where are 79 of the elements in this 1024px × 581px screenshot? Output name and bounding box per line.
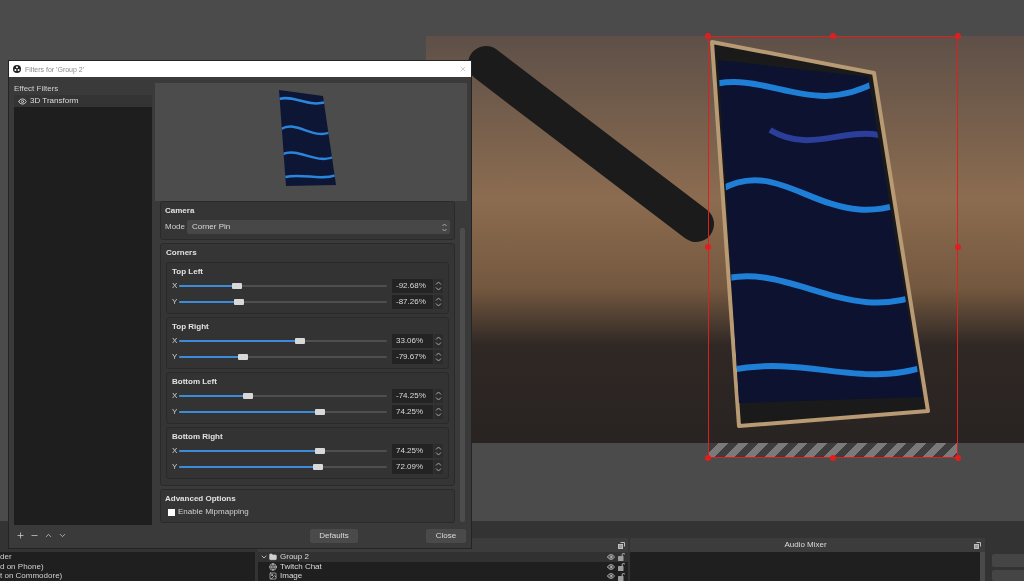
axis-label: Y: [172, 298, 179, 306]
resize-handle[interactable]: [955, 455, 961, 461]
resize-handle[interactable]: [830, 455, 836, 461]
number-field[interactable]: 33.06%: [392, 334, 433, 348]
source-item[interactable]: Group 2: [258, 552, 628, 562]
axis-label: Y: [172, 353, 179, 361]
spin-arrows-icon[interactable]: [434, 460, 443, 474]
spin-arrows-icon[interactable]: [434, 350, 443, 364]
slider-thumb[interactable]: [238, 354, 249, 360]
section-title: Top Right: [172, 321, 209, 333]
image-icon: [269, 572, 277, 581]
dialog-button[interactable]: Close: [426, 529, 466, 543]
scene-item[interactable]: der: [0, 552, 255, 562]
resize-handle[interactable]: [705, 455, 711, 461]
slider-thumb[interactable]: [313, 464, 324, 470]
selection-box[interactable]: [708, 36, 958, 458]
number-field[interactable]: -79.67%: [392, 350, 433, 364]
eye-icon[interactable]: [607, 562, 615, 571]
dialog-button[interactable]: Defaults: [310, 529, 358, 543]
open-padlock-icon[interactable]: [618, 571, 625, 581]
plus-icon[interactable]: [16, 530, 25, 540]
axis-label: Y: [172, 408, 179, 416]
axis-label: X: [172, 282, 179, 290]
spin-arrows-icon[interactable]: [434, 405, 443, 419]
slider-thumb[interactable]: [232, 283, 243, 289]
scene-item[interactable]: d on Phone): [0, 561, 255, 572]
number-field[interactable]: -74.25%: [392, 389, 433, 403]
open-padlock-icon[interactable]: [618, 552, 625, 562]
scene-item[interactable]: t on Commodore): [0, 571, 255, 581]
number-field[interactable]: 72.09%: [392, 460, 433, 474]
up-down-arrows-icon: [441, 221, 448, 233]
axis-label: X: [172, 392, 179, 400]
checkbox-label: Enable Mipmapping: [178, 508, 249, 516]
open-padlock-icon[interactable]: [618, 562, 625, 571]
axis-label: X: [172, 337, 179, 345]
float-window-icon[interactable]: [618, 541, 625, 549]
float-window-icon[interactable]: [974, 541, 981, 549]
eye-icon[interactable]: [607, 572, 615, 581]
filter-item[interactable]: 3D Transform: [14, 95, 152, 107]
resize-handle[interactable]: [955, 33, 961, 39]
list-label: Effect Filters: [14, 83, 60, 95]
source-item[interactable]: Image: [258, 571, 628, 581]
globe-icon: [269, 562, 277, 571]
resize-handle[interactable]: [705, 244, 711, 250]
source-item[interactable]: Twitch Chat: [258, 561, 628, 572]
mode-dropdown[interactable]: Corner Pin: [187, 220, 450, 234]
scrollbar[interactable]: [980, 552, 985, 581]
section-title: Corners: [166, 247, 197, 259]
number-field[interactable]: -92.68%: [392, 279, 433, 293]
resize-handle[interactable]: [705, 33, 711, 39]
spin-arrows-icon[interactable]: [434, 444, 443, 458]
spin-arrows-icon[interactable]: [434, 334, 443, 348]
number-field[interactable]: 74.25%: [392, 444, 433, 458]
eye-icon[interactable]: [607, 552, 615, 561]
dock-title: Audio Mixer: [784, 541, 827, 549]
axis-label: Y: [172, 463, 179, 471]
slider-thumb[interactable]: [294, 338, 305, 344]
section-title: Bottom Right: [172, 431, 223, 443]
slider-thumb[interactable]: [242, 393, 253, 399]
resize-handle[interactable]: [955, 244, 961, 250]
slider-thumb[interactable]: [315, 448, 326, 454]
app-logo-icon: [13, 65, 21, 73]
section-title: Advanced Options: [165, 493, 236, 505]
axis-label: X: [172, 447, 179, 455]
folder-icon: [269, 552, 277, 561]
number-field[interactable]: -87.26%: [392, 295, 433, 309]
resize-handle[interactable]: [830, 33, 836, 39]
field-label: Mode: [165, 223, 186, 231]
spin-arrows-icon[interactable]: [434, 279, 443, 293]
spin-arrows-icon[interactable]: [434, 295, 443, 309]
section-title: Top Left: [172, 266, 203, 278]
section-title: Camera: [165, 205, 195, 217]
number-field[interactable]: 74.25%: [392, 405, 433, 419]
eye-icon[interactable]: [18, 96, 27, 106]
checkbox[interactable]: [168, 508, 175, 516]
section-title: Bottom Left: [172, 376, 217, 388]
spin-arrows-icon[interactable]: [434, 389, 443, 403]
slider-thumb[interactable]: [315, 409, 326, 415]
slider-thumb[interactable]: [234, 299, 245, 305]
